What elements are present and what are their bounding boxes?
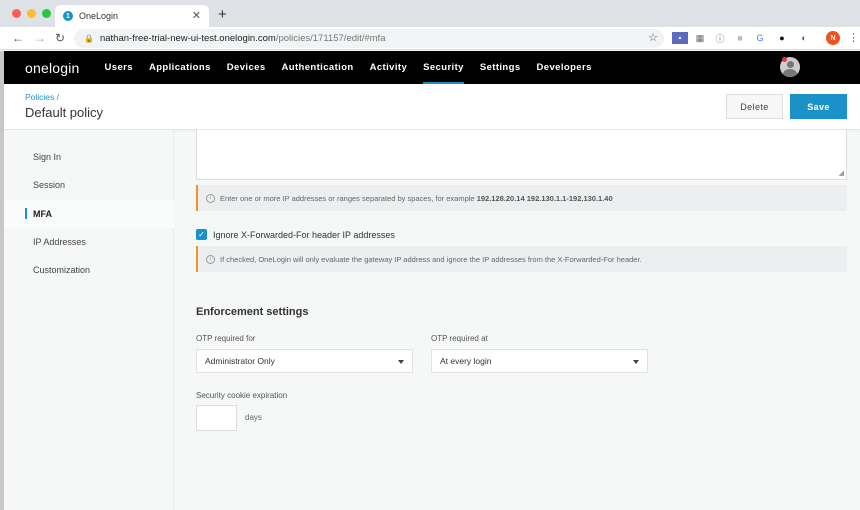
window-controls xyxy=(12,9,51,18)
menu-kebab-icon[interactable]: ⋮ xyxy=(848,31,859,44)
bookmark-star-icon[interactable]: ☆ xyxy=(648,31,658,44)
browser-toolbar: ← → ↻ 🔒 nathan-free-trial-new-ui-test.on… xyxy=(0,27,860,50)
info-ext-icon[interactable]: ⓘ xyxy=(714,32,726,44)
ip-addresses-textarea[interactable]: ◢ xyxy=(196,130,847,180)
enforcement-settings-heading: Enforcement settings xyxy=(196,306,309,318)
close-window-button[interactable] xyxy=(12,9,21,18)
nav-developers[interactable]: Developers xyxy=(537,51,592,84)
sidebar-item-sign-in[interactable]: Sign In xyxy=(4,143,174,171)
nav-users[interactable]: Users xyxy=(105,51,133,84)
ignore-xff-label[interactable]: Ignore X-Forwarded-For header IP address… xyxy=(213,230,395,240)
profile-avatar[interactable]: N xyxy=(826,31,840,45)
otp-required-for-value: Administrator Only xyxy=(205,356,275,366)
xff-hint-text: If checked, OneLogin will only evaluate … xyxy=(220,254,642,264)
sidebar-item-ip-addresses[interactable]: IP Addresses xyxy=(4,228,174,256)
nav-devices[interactable]: Devices xyxy=(227,51,266,84)
otp-required-at-value: At every login xyxy=(440,356,492,366)
onelogin-logo[interactable]: onelogin xyxy=(25,60,80,76)
browser-tab[interactable]: 1 OneLogin ✕ xyxy=(55,5,209,27)
translate-ext-icon[interactable]: G xyxy=(754,32,766,44)
ip-hint-text: Enter one or more IP addresses or ranges… xyxy=(220,193,475,203)
forward-icon[interactable]: → xyxy=(34,31,46,45)
page-header: Policies / Default policy Delete Save xyxy=(4,84,860,130)
chevron-down-icon xyxy=(633,360,639,364)
avatar-body-icon xyxy=(783,69,797,77)
reload-icon[interactable]: ↻ xyxy=(55,31,65,45)
ip-hint-box: i Enter one or more IP addresses or rang… xyxy=(196,185,847,211)
info-icon: i xyxy=(206,193,215,203)
sidebar-item-mfa[interactable]: MFA xyxy=(4,200,174,228)
close-tab-icon[interactable]: ✕ xyxy=(192,9,201,22)
dark-ext-icon[interactable]: ● xyxy=(776,32,788,44)
chevron-down-icon xyxy=(398,360,404,364)
nav-applications[interactable]: Applications xyxy=(149,51,211,84)
layout-ext-icon[interactable]: ▦ xyxy=(694,32,706,44)
nav-authentication[interactable]: Authentication xyxy=(282,51,354,84)
url-path: /policies/171157/edit/#mfa xyxy=(275,33,386,44)
otp-required-for-label: OTP required for xyxy=(196,334,256,343)
santa-ext-icon[interactable]: ▲ xyxy=(672,32,688,44)
new-tab-icon[interactable]: + xyxy=(218,6,227,23)
address-bar[interactable]: 🔒 nathan-free-trial-new-ui-test.onelogin… xyxy=(74,29,664,48)
resize-handle-icon[interactable]: ◢ xyxy=(839,169,844,177)
notification-dot xyxy=(782,57,787,62)
page-title: Default policy xyxy=(25,105,104,120)
info-icon: i xyxy=(206,254,215,264)
browser-tabstrip: 1 OneLogin ✕ + xyxy=(0,0,860,27)
cookie-expiration-input[interactable] xyxy=(196,405,237,431)
back-icon[interactable]: ← xyxy=(12,31,24,45)
nav-security[interactable]: Security xyxy=(423,51,464,84)
sidebar-item-session[interactable]: Session xyxy=(4,171,174,199)
app-nav: onelogin Users Applications Devices Auth… xyxy=(4,51,860,84)
sidebar-item-customization[interactable]: Customization xyxy=(4,256,174,284)
xff-hint-box: i If checked, OneLogin will only evaluat… xyxy=(196,246,847,272)
otp-required-at-label: OTP required at xyxy=(431,334,488,343)
otp-required-for-select[interactable]: Administrator Only xyxy=(196,349,413,373)
tab-title: OneLogin xyxy=(79,11,119,21)
maximize-window-button[interactable] xyxy=(42,9,51,18)
nav-activity[interactable]: Activity xyxy=(370,51,408,84)
ignore-xff-checkbox[interactable]: ✓ xyxy=(196,229,207,240)
lock-icon: 🔒 xyxy=(84,34,94,43)
policy-sidebar: Sign In Session MFA IP Addresses Customi… xyxy=(4,130,174,510)
square-ext-icon[interactable]: ■ xyxy=(734,32,746,44)
avatar-head-icon xyxy=(787,61,794,68)
otp-required-at-select[interactable]: At every login xyxy=(431,349,648,373)
days-unit-label: days xyxy=(245,413,262,422)
purple-ext-icon[interactable]: ◐ xyxy=(798,32,810,44)
ip-hint-example: 192.128.20.14 192.130.1.1-192.130.1.40 xyxy=(476,193,613,203)
delete-button[interactable]: Delete xyxy=(726,94,783,119)
ignore-xff-row: ✓ Ignore X-Forwarded-For header IP addre… xyxy=(196,229,395,240)
minimize-window-button[interactable] xyxy=(27,9,36,18)
cookie-expiration-label: Security cookie expiration xyxy=(196,391,288,400)
onelogin-favicon-icon: 1 xyxy=(63,11,73,21)
url-host: nathan-free-trial-new-ui-test.onelogin.c… xyxy=(99,33,276,44)
save-button[interactable]: Save xyxy=(790,94,847,119)
nav-settings[interactable]: Settings xyxy=(480,51,521,84)
breadcrumb-policies[interactable]: Policies / xyxy=(25,92,59,102)
